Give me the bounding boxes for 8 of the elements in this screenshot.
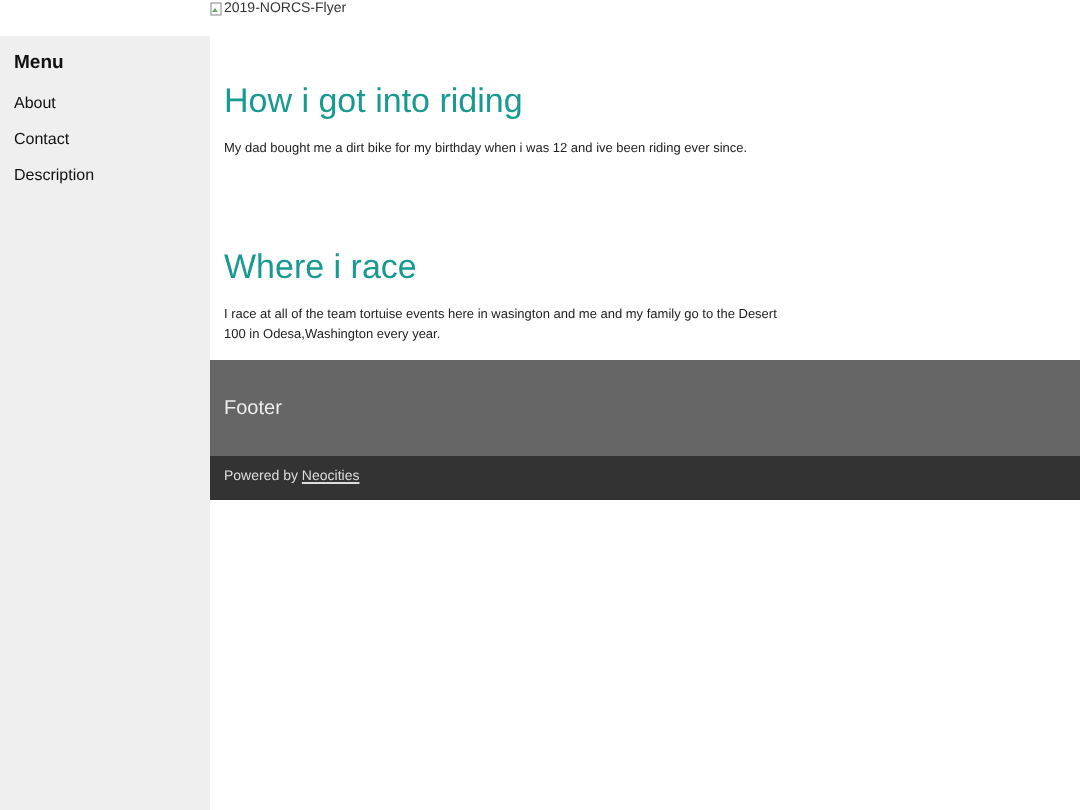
menu-item[interactable]: About [14, 92, 196, 116]
footer-title: Footer [224, 395, 282, 423]
menu-title: Menu [14, 52, 66, 76]
menu-item[interactable]: Description [14, 164, 196, 188]
broken-image-icon [210, 2, 222, 16]
section-heading: Where i race [224, 246, 419, 290]
section-heading: How i got into riding [224, 80, 525, 124]
menu-item[interactable]: Contact [14, 128, 196, 152]
